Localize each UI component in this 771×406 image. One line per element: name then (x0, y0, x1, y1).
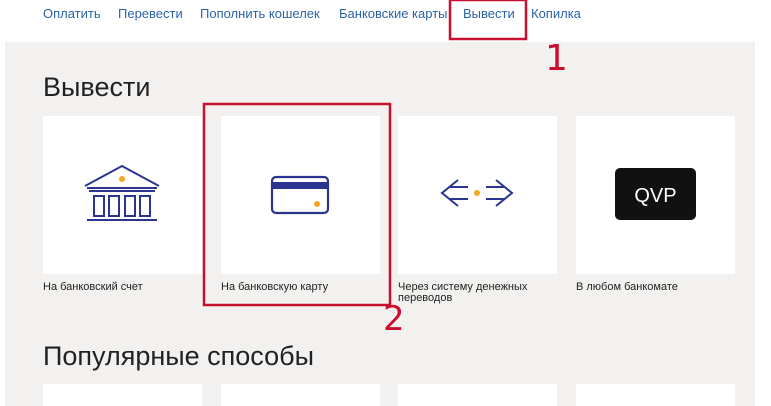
option-bank-account[interactable] (43, 116, 202, 274)
popular-card[interactable] (43, 384, 202, 406)
nav-withdraw[interactable]: Вывести (463, 6, 515, 21)
withdraw-title: Вывести (43, 72, 151, 102)
nav-piggy-bank[interactable]: Копилка (531, 6, 581, 21)
option-bank-card-label: На банковскую карту (221, 281, 329, 293)
bank-icon (84, 164, 160, 221)
popular-card[interactable] (398, 384, 557, 406)
popular-card[interactable] (221, 384, 380, 406)
qvp-icon-text: QVP (634, 185, 676, 207)
popular-card[interactable] (576, 384, 735, 406)
option-atm-label: В любом банкомате (576, 281, 678, 293)
nav-top-up-wallet[interactable]: Пополнить кошелек (200, 6, 320, 21)
qvp-icon: QVP (615, 168, 696, 220)
option-money-transfer-label: Через систему денежных переводов (398, 281, 528, 304)
top-navigation: Оплатить Перевести Пополнить кошелек Бан… (0, 0, 771, 42)
option-bank-account-label: На банковский счет (43, 281, 143, 293)
popular-title: Популярные способы (43, 341, 315, 371)
option-money-transfer[interactable] (398, 116, 557, 274)
transfer-arrows-icon (440, 179, 514, 207)
credit-card-icon (270, 175, 330, 215)
nav-transfer[interactable]: Перевести (118, 6, 183, 21)
option-bank-card[interactable] (221, 116, 380, 274)
option-atm[interactable]: QVP (576, 116, 735, 274)
nav-bank-cards[interactable]: Банковские карты (339, 6, 448, 21)
nav-pay[interactable]: Оплатить (43, 6, 101, 21)
